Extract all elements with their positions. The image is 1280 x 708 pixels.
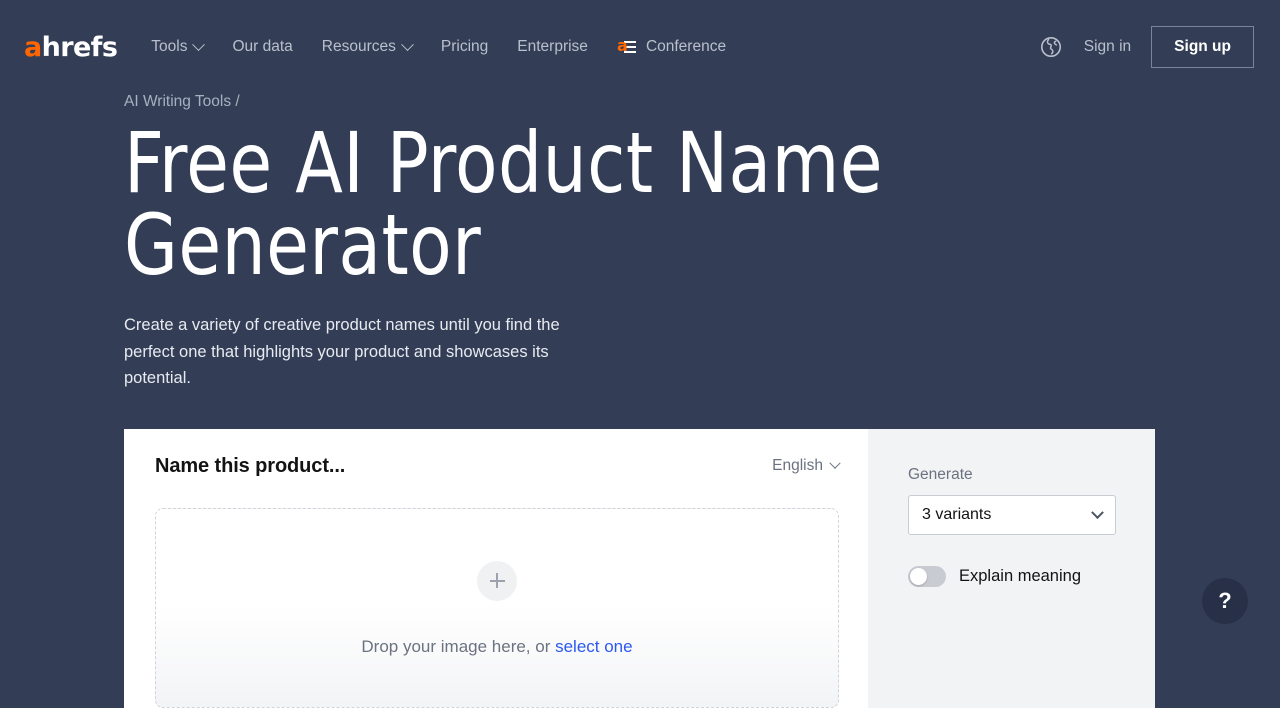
form-header: Name this product... English	[155, 455, 839, 478]
chevron-down-icon	[193, 38, 206, 51]
explain-meaning-toggle[interactable]	[908, 566, 946, 587]
generator-options-panel: Generate 3 variants Explain meaning	[868, 429, 1155, 708]
variants-select-value: 3 variants	[922, 506, 991, 524]
nav-right-group: Sign in Sign up	[1038, 26, 1254, 68]
nav-item-resources-label: Resources	[322, 38, 396, 56]
sign-up-button[interactable]: Sign up	[1151, 26, 1254, 68]
nav-item-our-data-label: Our data	[232, 38, 292, 56]
explain-meaning-row[interactable]: Explain meaning	[908, 566, 1155, 587]
ahrefs-logo[interactable]: ahrefs	[24, 34, 117, 61]
conference-logo-icon: a	[617, 40, 636, 54]
plus-icon[interactable]	[477, 561, 517, 601]
generator-card: Name this product... English Drop your i…	[124, 429, 1155, 708]
nav-item-our-data[interactable]: Our data	[232, 38, 292, 56]
globe-icon[interactable]	[1038, 34, 1064, 60]
sign-in-link[interactable]: Sign in	[1084, 38, 1131, 56]
nav-item-enterprise-label: Enterprise	[517, 38, 588, 56]
image-dropzone[interactable]: Drop your image here, or select one	[155, 508, 839, 708]
top-navigation-bar: ahrefs Tools Our data Resources Pricing …	[0, 0, 1280, 94]
logo-text: hrefs	[42, 32, 118, 63]
hero-section: AI Writing Tools / Free AI Product Name …	[0, 94, 1280, 392]
generator-form-panel: Name this product... English Drop your i…	[124, 429, 868, 708]
nav-item-conference[interactable]: a Conference	[617, 38, 726, 56]
chevron-down-icon	[829, 458, 840, 469]
breadcrumb[interactable]: AI Writing Tools /	[124, 94, 1280, 110]
select-file-link[interactable]: select one	[555, 637, 633, 656]
nav-item-tools-label: Tools	[151, 38, 187, 56]
dropzone-text-static: Drop your image here, or	[361, 637, 555, 656]
nav-item-pricing[interactable]: Pricing	[441, 38, 488, 56]
nav-item-enterprise[interactable]: Enterprise	[517, 38, 588, 56]
conference-logo-letter: a	[617, 38, 628, 54]
language-selector-value: English	[772, 457, 823, 475]
variants-select[interactable]: 3 variants	[908, 495, 1116, 535]
form-title: Name this product...	[155, 455, 345, 478]
nav-links: Tools Our data Resources Pricing Enterpr…	[151, 38, 726, 56]
chevron-down-icon	[401, 38, 414, 51]
help-button[interactable]: ?	[1202, 578, 1248, 624]
generate-label: Generate	[908, 467, 1155, 483]
language-selector[interactable]: English	[772, 457, 839, 475]
explain-meaning-label: Explain meaning	[959, 567, 1081, 586]
nav-item-pricing-label: Pricing	[441, 38, 488, 56]
dropzone-text: Drop your image here, or select one	[361, 637, 632, 657]
chevron-down-icon	[1091, 506, 1104, 519]
nav-item-tools[interactable]: Tools	[151, 38, 203, 56]
page-title: Free AI Product Name Generator	[124, 122, 934, 287]
nav-item-conference-label: Conference	[646, 38, 726, 56]
logo-letter-a: a	[24, 32, 42, 63]
nav-item-resources[interactable]: Resources	[322, 38, 412, 56]
page-description: Create a variety of creative product nam…	[124, 312, 594, 392]
